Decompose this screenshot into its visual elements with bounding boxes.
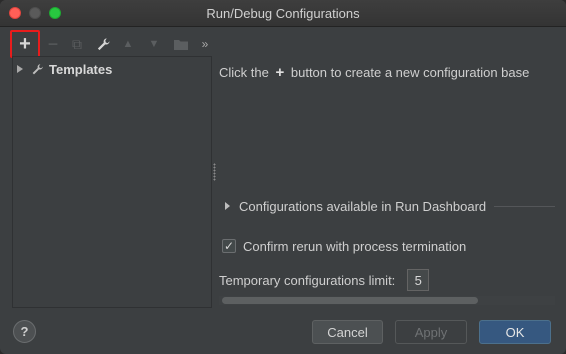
tree-item-templates[interactable]: Templates: [17, 60, 112, 78]
temporary-limit-label: Temporary configurations limit:: [219, 272, 396, 288]
tree-item-label: Templates: [49, 61, 113, 77]
expand-arrow-icon[interactable]: [17, 65, 23, 73]
chevron-double-right-icon: »: [201, 37, 209, 51]
configuration-content-panel: Click the + button to create a new confi…: [219, 56, 559, 308]
expand-arrow-icon[interactable]: [225, 202, 230, 210]
add-configuration-button[interactable]: +: [10, 30, 40, 58]
plus-icon: +: [19, 33, 31, 55]
wrench-icon: [97, 37, 110, 50]
temporary-limit-field[interactable]: 5: [407, 269, 430, 291]
cancel-button[interactable]: Cancel: [312, 320, 383, 344]
more-actions-button[interactable]: »: [194, 31, 216, 57]
title-bar: Run/Debug Configurations: [0, 0, 566, 27]
horizontal-scrollbar[interactable]: [219, 296, 555, 305]
copy-configuration-button[interactable]: ⧉: [66, 31, 88, 57]
copy-icon: ⧉: [72, 36, 82, 52]
confirm-rerun-checkbox[interactable]: ✓: [222, 239, 236, 253]
run-dashboard-section[interactable]: Configurations available in Run Dashboar…: [225, 198, 555, 214]
run-debug-dialog: Run/Debug Configurations + − ⧉ ▲ ▼ » Tem…: [0, 0, 566, 354]
folder-icon: [174, 39, 188, 50]
move-into-folder-button[interactable]: [170, 31, 192, 57]
arrow-down-icon: ▼: [148, 37, 160, 50]
temporary-limit-row: Temporary configurations limit: 5: [219, 268, 430, 292]
confirm-rerun-label: Confirm rerun with process termination: [243, 238, 467, 254]
edit-defaults-button[interactable]: [92, 31, 114, 57]
hint-text-before: Click the: [219, 65, 269, 80]
panel-splitter-handle[interactable]: [213, 163, 216, 181]
help-button[interactable]: ?: [13, 320, 36, 343]
ok-button[interactable]: OK: [479, 320, 551, 344]
run-dashboard-label: Configurations available in Run Dashboar…: [239, 198, 487, 214]
remove-configuration-button[interactable]: −: [42, 31, 64, 57]
arrow-up-icon: ▲: [122, 37, 134, 50]
scrollbar-thumb[interactable]: [222, 297, 478, 304]
window-title: Run/Debug Configurations: [206, 6, 360, 21]
configurations-toolbar: + − ⧉ ▲ ▼ »: [8, 30, 218, 58]
plus-icon: +: [275, 64, 285, 81]
empty-state-hint: Click the + button to create a new confi…: [219, 64, 529, 81]
move-up-button[interactable]: ▲: [117, 31, 139, 57]
hint-text-after: button to create a new configuration bas…: [290, 65, 530, 80]
move-down-button[interactable]: ▼: [143, 31, 165, 57]
minus-icon: −: [47, 34, 59, 54]
configurations-tree: Templates: [12, 56, 212, 308]
apply-button[interactable]: Apply: [395, 320, 467, 344]
wrench-icon: [32, 63, 43, 74]
section-divider: [494, 205, 555, 207]
confirm-rerun-option[interactable]: ✓ Confirm rerun with process termination: [222, 238, 466, 254]
